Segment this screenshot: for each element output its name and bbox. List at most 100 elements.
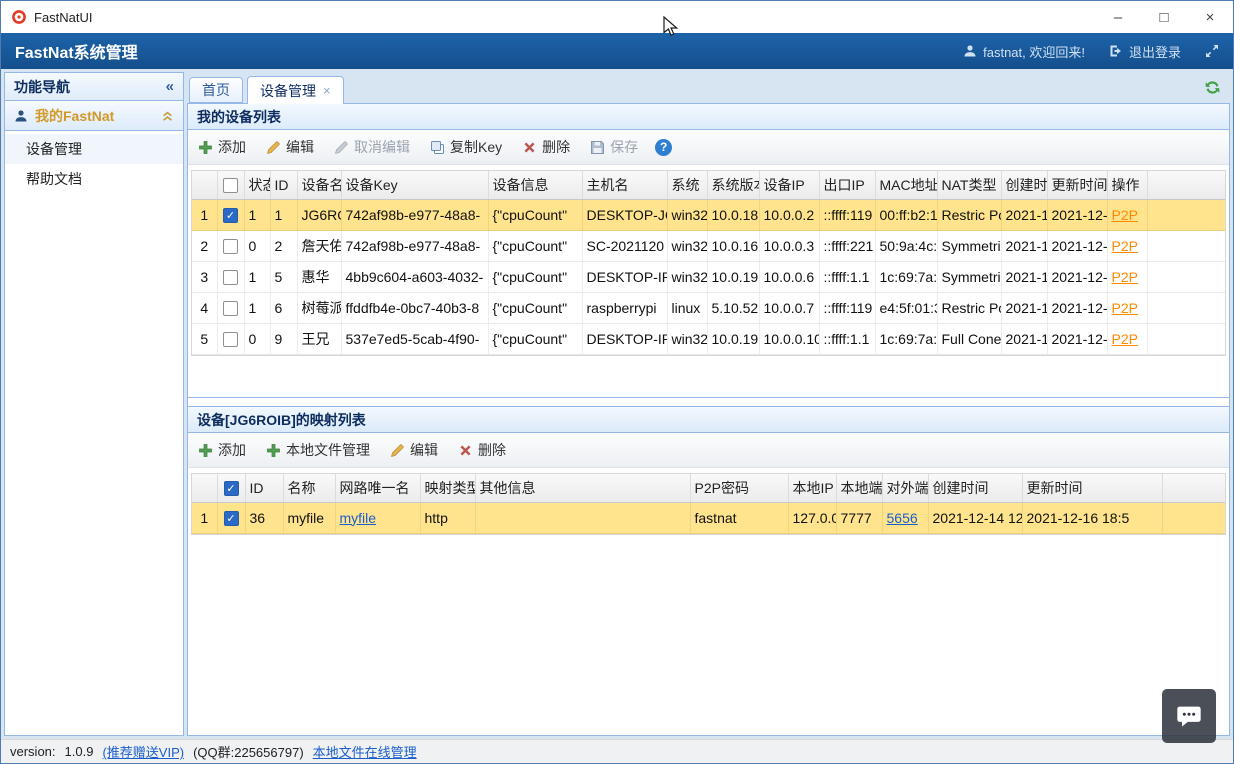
cell-device-name: 树莓派 <box>297 292 341 323</box>
fullscreen-button[interactable] <box>1205 44 1219 58</box>
row-select-cell[interactable] <box>217 292 244 323</box>
logout-button[interactable]: 退出登录 <box>1109 42 1181 61</box>
edit-button[interactable]: 编辑 <box>263 135 317 159</box>
tab-home-label: 首页 <box>202 80 230 100</box>
cell-status: 1 <box>244 292 270 323</box>
cell-os: win32 <box>667 261 707 292</box>
table-row[interactable]: 3 1 5 惠华 4bb9c604-a603-4032- {"cpuCount"… <box>192 261 1225 292</box>
table-row[interactable]: 1 1 1 JG6ROIB 742af98b-e977-48a8- {"cpuC… <box>192 199 1225 230</box>
row-checkbox[interactable] <box>223 332 238 347</box>
help-icon[interactable]: ? <box>655 139 672 156</box>
cell-created: 2021-1 <box>1001 292 1047 323</box>
cell-filler <box>1147 261 1225 292</box>
table-row[interactable]: 5 0 9 王兄 537e7ed5-5cab-4f90- {"cpuCount"… <box>192 323 1225 354</box>
local-file-online-link[interactable]: 本地文件在线管理 <box>313 742 417 761</box>
cell-hostname: DESKTOP-IR <box>582 323 667 354</box>
cell-out-ip: ::ffff:1.1 <box>819 323 875 354</box>
cell-out-ip: ::ffff:1.1 <box>819 261 875 292</box>
accordion-header-my-fastnat[interactable]: 我的FastNat <box>5 101 183 131</box>
unique-name-link[interactable]: myfile <box>340 510 377 526</box>
edit-mapping-button[interactable]: 编辑 <box>387 438 441 462</box>
cell-map-type: http <box>420 502 475 533</box>
local-file-manage-button[interactable]: 本地文件管理 <box>263 438 373 462</box>
row-select-cell[interactable] <box>217 502 245 533</box>
welcome-area: fastnat, 欢迎回来! <box>963 42 1085 61</box>
save-icon <box>590 140 605 155</box>
select-all-checkbox[interactable] <box>224 481 239 496</box>
edit-label: 编辑 <box>286 137 314 157</box>
col-status: 状态 <box>244 171 270 199</box>
tab-device-management[interactable]: 设备管理 × <box>247 76 344 104</box>
sidebar-title: 功能导航 <box>14 77 70 97</box>
row-select-cell[interactable] <box>217 261 244 292</box>
device-panel-title: 我的设备列表 <box>188 104 1229 130</box>
row-select-cell[interactable] <box>217 323 244 354</box>
app-window: FastNatUI – □ × FastNat系统管理 fastnat, 欢迎回… <box>0 0 1234 764</box>
p2p-link[interactable]: P2P <box>1112 300 1138 316</box>
cell-action: P2P <box>1107 261 1147 292</box>
cell-hostname: DESKTOP-IR <box>582 261 667 292</box>
minimize-button[interactable]: – <box>1095 1 1141 33</box>
row-checkbox[interactable] <box>223 208 238 223</box>
cell-updated: 2021-12- <box>1047 199 1107 230</box>
user-icon <box>14 109 28 123</box>
maximize-button[interactable]: □ <box>1141 1 1187 33</box>
select-all-header[interactable] <box>217 474 245 502</box>
row-number: 5 <box>192 323 217 354</box>
row-checkbox[interactable] <box>223 239 238 254</box>
row-select-cell[interactable] <box>217 230 244 261</box>
collapse-sidebar-icon[interactable]: « <box>166 78 174 95</box>
cell-action: P2P <box>1107 323 1147 354</box>
app-logo-icon <box>11 9 27 25</box>
row-checkbox[interactable] <box>224 511 239 526</box>
save-button[interactable]: 保存 <box>587 135 641 159</box>
col-local-port: 本地端口 <box>836 474 882 502</box>
table-row[interactable]: 1 36 myfile myfile http fastnat 127.0.0 <box>192 502 1225 533</box>
select-all-header[interactable] <box>217 171 244 199</box>
vip-link[interactable]: (推荐赠送VIP) <box>102 742 184 761</box>
cancel-edit-button[interactable]: 取消编辑 <box>331 135 413 159</box>
external-port-link[interactable]: 5656 <box>887 510 918 526</box>
p2p-link[interactable]: P2P <box>1112 207 1138 223</box>
cell-name: myfile <box>283 502 335 533</box>
cell-updated: 2021-12-16 18:5 <box>1022 502 1162 533</box>
add-mapping-button[interactable]: 添加 <box>195 438 249 462</box>
row-select-cell[interactable] <box>217 199 244 230</box>
add-button[interactable]: 添加 <box>195 135 249 159</box>
cell-device-key: 4bb9c604-a603-4032- <box>341 261 488 292</box>
local-file-manage-label: 本地文件管理 <box>286 440 370 460</box>
mapping-list-panel: 设备[JG6ROIB]的映射列表 添加 本地文件管理 编辑 <box>188 406 1229 735</box>
window-title: FastNatUI <box>34 10 1095 25</box>
tab-home[interactable]: 首页 <box>189 77 243 103</box>
col-other-info: 其他信息 <box>475 474 690 502</box>
p2p-link[interactable]: P2P <box>1112 238 1138 254</box>
cell-device-ip: 10.0.0.7 <box>759 292 819 323</box>
cell-id: 1 <box>270 199 297 230</box>
copy-key-button[interactable]: 复制Key <box>427 135 505 159</box>
close-button[interactable]: × <box>1187 1 1233 33</box>
copy-icon <box>430 140 445 155</box>
sidebar-item-help-docs[interactable]: 帮助文档 <box>5 164 183 194</box>
select-all-checkbox[interactable] <box>223 178 238 193</box>
cell-hostname: raspberrypi <box>582 292 667 323</box>
p2p-link[interactable]: P2P <box>1112 269 1138 285</box>
cell-status: 1 <box>244 199 270 230</box>
p2p-link[interactable]: P2P <box>1112 331 1138 347</box>
qq-group-text: (QQ群:225656797) <box>193 742 304 761</box>
rownum-header <box>192 474 217 502</box>
delete-mapping-button[interactable]: 删除 <box>455 438 509 462</box>
col-hostname: 主机名 <box>582 171 667 199</box>
row-checkbox[interactable] <box>223 270 238 285</box>
sidebar-item-device-management[interactable]: 设备管理 <box>5 134 183 164</box>
table-row[interactable]: 4 1 6 树莓派 ffddfb4e-0bc7-40b3-8 {"cpuCoun… <box>192 292 1225 323</box>
add-label: 添加 <box>218 137 246 157</box>
tab-close-icon[interactable]: × <box>323 83 331 98</box>
table-row[interactable]: 2 0 2 詹天佑 742af98b-e977-48a8- {"cpuCount… <box>192 230 1225 261</box>
row-number: 1 <box>192 199 217 230</box>
delete-button[interactable]: 删除 <box>519 135 573 159</box>
welcome-text: fastnat, 欢迎回来! <box>983 42 1085 61</box>
col-nat-type: NAT类型 <box>937 171 1001 199</box>
chat-button[interactable] <box>1162 689 1216 743</box>
refresh-button[interactable] <box>1204 79 1221 96</box>
row-checkbox[interactable] <box>223 301 238 316</box>
